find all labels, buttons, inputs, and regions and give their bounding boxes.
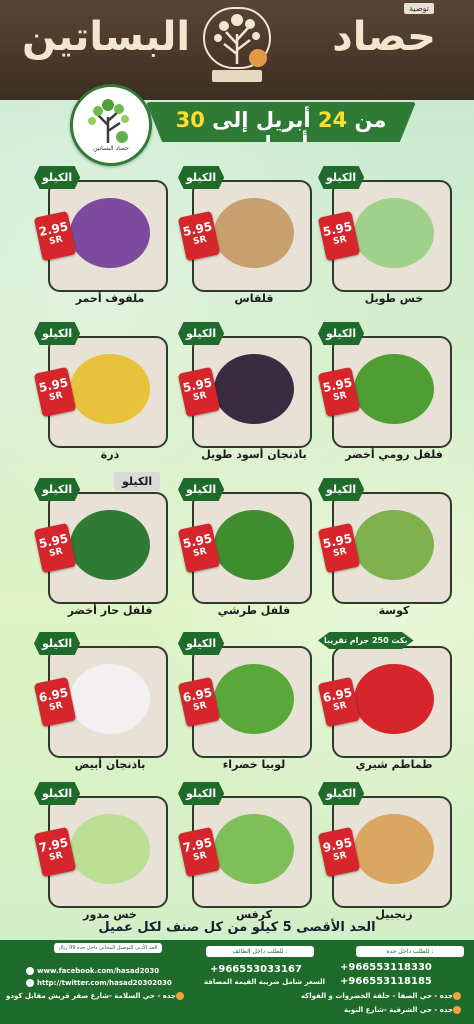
location-pin-icon: [175, 992, 184, 1000]
unit-badge: الكيلو: [34, 478, 81, 501]
unit-badge: بكت 250 جرام تقريبا: [318, 632, 414, 649]
produce-image: [70, 814, 150, 884]
product-name: طماطم شيري: [355, 758, 433, 771]
produce-image: [70, 664, 150, 734]
product-name: خس طويل: [364, 292, 424, 305]
unit-badge: الكيلو: [178, 322, 225, 345]
product-name: فلفل طرشي: [217, 604, 291, 617]
produce-image: [214, 198, 294, 268]
product-card: الكيلو 5.95 SR كوسة: [317, 478, 452, 617]
unit-badge: الكيلو: [178, 478, 225, 501]
product-card: الكيلو 5.95 SR خس طويل: [317, 166, 452, 305]
product-card: بكت 250 جرام تقريبا 6.95 SR طماطم شيري: [317, 632, 452, 771]
unit-badge: الكيلو: [178, 782, 225, 805]
round-logo: حصاد البساتين: [70, 84, 152, 166]
location-pin-icon: [453, 1006, 461, 1014]
produce-image: [354, 354, 434, 424]
twitter-row: http://twitter.com/hasad20302030: [26, 979, 172, 987]
location-pin-icon: [453, 992, 461, 1000]
unit-badge: الكيلو: [34, 632, 81, 655]
product-card: الكيلو 5.95 SR قلقاس: [177, 166, 312, 305]
product-name: لوبيا خضراء: [222, 758, 286, 771]
produce-image: [214, 354, 294, 424]
branch-3-row: جده - حي الشرفية -شارع النوبة: [344, 1006, 464, 1014]
produce-image: [354, 198, 434, 268]
product-card: الكيلو 7.95 SR كرفس: [177, 782, 312, 921]
product-name: ملفوف أحمر: [75, 292, 145, 305]
product-card: الكيلو 7.95 SR خس مدور: [33, 782, 168, 921]
date-end: 30: [175, 108, 205, 132]
product-name: قلقاس: [234, 292, 274, 305]
phone-jeddah-1[interactable]: +966553118330: [340, 962, 432, 973]
product-name: كوسة: [378, 604, 410, 617]
twitter-icon: [26, 979, 34, 987]
vat-note: السعر شامل ضريبة القيمة المضافة: [204, 978, 326, 986]
header-banner: البساتين حصاد توصية: [0, 0, 474, 100]
branch-2: جده - حي السلامة -شارع صقر قريش مقابل كو…: [6, 992, 176, 1000]
date-start: 24: [317, 108, 348, 132]
facebook-row: www.facebook.com/hasad2030: [26, 967, 159, 975]
date-prefix: من: [354, 108, 387, 132]
header-tag: توصية: [404, 3, 434, 14]
branch-2-row: جده - حي السلامة -شارع صقر قريش مقابل كو…: [6, 992, 187, 1000]
unit-badge: الكيلو: [318, 166, 365, 189]
taif-order-label: للطلب داخل الطائف :: [206, 946, 314, 957]
tree-logo-icon: [203, 7, 271, 82]
purchase-limit-note: الحد الأقصى 5 كيلو من كل صنف لكل عميل: [98, 920, 376, 935]
produce-image: [70, 198, 150, 268]
product-name: باذنجان أسود طويل: [201, 448, 307, 461]
unit-badge: الكيلو: [318, 478, 365, 501]
product-card: الكيلو 6.95 SR باذنجان أبيض: [33, 632, 168, 771]
produce-image: [214, 814, 294, 884]
unit-badge: الكيلو: [318, 322, 365, 345]
unit-badge: الكيلو: [178, 632, 225, 655]
produce-image: [214, 510, 294, 580]
branch-1: جده - حي الصفا - حلقة الخضروات و الفواكه: [300, 992, 453, 1000]
logo-caption: حصاد البساتين: [93, 145, 129, 152]
extra-unit-label: الكيلو: [114, 472, 161, 491]
product-card: الكيلو 5.95 SR باذنجان أسود طويل: [177, 322, 312, 461]
unit-badge: الكيلو: [34, 166, 81, 189]
phone-jeddah-2[interactable]: +966553118185: [340, 976, 432, 987]
product-card: الكيلو 6.95 SR لوبيا خضراء: [177, 632, 312, 771]
unit-badge: الكيلو: [34, 322, 81, 345]
produce-image: [354, 814, 434, 884]
product-name: فلفل رومي أخضر: [345, 448, 443, 461]
promo-date-banner: من 24 أبريل إلى 30 أبريل: [146, 102, 416, 142]
product-card: الكيلو 5.95 SR فلفل طرشي: [177, 478, 312, 617]
produce-image: [354, 510, 434, 580]
facebook-link[interactable]: www.facebook.com/hasad2030: [37, 967, 159, 975]
twitter-link[interactable]: http://twitter.com/hasad20302030: [37, 979, 172, 987]
produce-image: [70, 510, 150, 580]
produce-image: [214, 664, 294, 734]
date-mid: أبريل إلى: [212, 108, 311, 132]
jeddah-order-label: للطلب داخل جده :: [356, 946, 464, 957]
product-card: الكيلو 9.95 SR زنجبيل: [317, 782, 452, 921]
phone-taif[interactable]: +966553033167: [210, 964, 302, 975]
product-card: الكيلو 5.95 SR فلفل رومي أخضر: [317, 322, 452, 461]
brand-name-right: حصاد: [332, 14, 436, 60]
product-name: فلفل حار أخضر: [67, 604, 153, 617]
product-card: الكيلو 2.95 SR ملفوف أحمر: [33, 166, 168, 305]
footer-contact: للطلب داخل جده : للطلب داخل الطائف : الح…: [0, 940, 474, 1024]
unit-badge: الكيلو: [34, 782, 81, 805]
unit-badge: الكيلو: [318, 782, 365, 805]
branch-1-row: جده - حي الصفا - حلقة الخضروات و الفواكه: [301, 992, 464, 1000]
product-name: ذرة: [100, 448, 120, 461]
unit-badge: الكيلو: [178, 166, 225, 189]
produce-image: [354, 664, 434, 734]
product-card: الكيلو 5.95 SR ذرة: [33, 322, 168, 461]
brand-name-left: البساتين: [22, 14, 191, 60]
product-name: باذنجان أبيض: [74, 758, 146, 771]
facebook-icon: [26, 967, 34, 975]
produce-image: [70, 354, 150, 424]
min-order-label: الحد الأدنى للتوصيل المجاني داخل جده 99 …: [54, 943, 162, 953]
branch-3: جده - حي الشرفية -شارع النوبة: [343, 1006, 453, 1014]
product-card: الكيلو 5.95 SR فلفل حار أخضر: [33, 478, 168, 617]
